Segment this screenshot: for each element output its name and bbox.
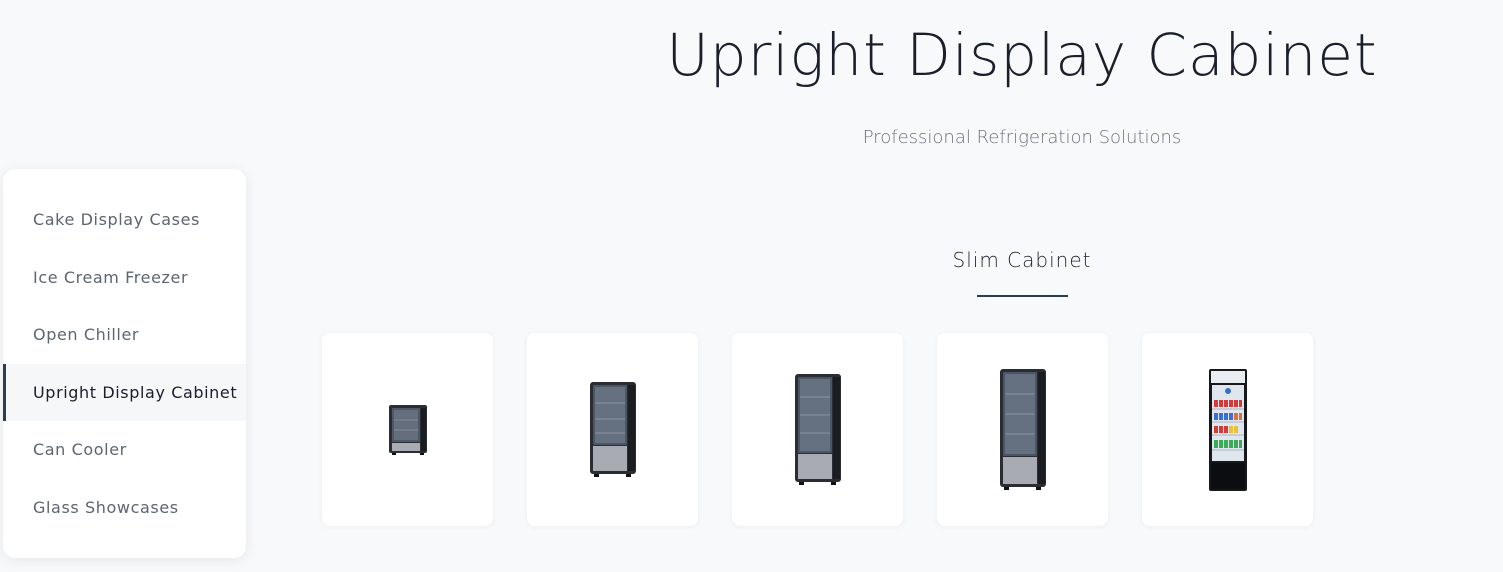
slim-fridge-image bbox=[588, 381, 638, 479]
product-card[interactable] bbox=[527, 333, 698, 526]
product-card[interactable] bbox=[732, 333, 903, 526]
product-card[interactable] bbox=[1142, 333, 1313, 526]
product-card[interactable] bbox=[322, 333, 493, 526]
mini-fridge-image bbox=[388, 404, 428, 456]
sidebar-item-open-chiller[interactable]: Open Chiller bbox=[3, 306, 246, 364]
tall-slim-fridge-image bbox=[793, 373, 843, 487]
sidebar-item-upright-display-cabinet[interactable]: Upright Display Cabinet bbox=[3, 363, 246, 421]
sidebar-item-ice-cream-freezer[interactable]: Ice Cream Freezer bbox=[3, 249, 246, 307]
section-title: Slim Cabinet bbox=[952, 248, 1092, 272]
sidebar-item-cake-display-cases[interactable]: Cake Display Cases bbox=[3, 191, 246, 249]
section-title-underline bbox=[977, 295, 1068, 297]
sidebar-item-can-cooler[interactable]: Can Cooler bbox=[3, 421, 246, 479]
page-subtitle: Professional Refrigeration Solutions bbox=[862, 127, 1182, 148]
page-title: Upright Display Cabinet bbox=[666, 21, 1378, 89]
tall-slim-fridge-image bbox=[998, 368, 1048, 492]
product-card[interactable] bbox=[937, 333, 1108, 526]
sidebar-item-glass-showcases[interactable]: Glass Showcases bbox=[3, 479, 246, 537]
category-list: Cake Display Cases Ice Cream Freezer Ope… bbox=[3, 191, 246, 536]
category-sidebar: Cake Display Cases Ice Cream Freezer Ope… bbox=[3, 169, 246, 558]
beverage-cooler-image bbox=[1208, 368, 1248, 492]
